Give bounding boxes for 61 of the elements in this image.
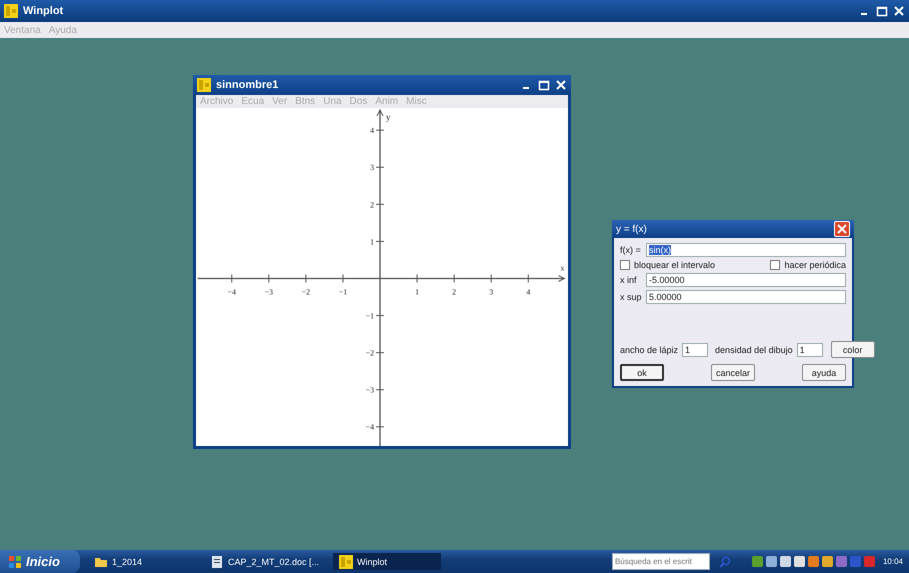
dialog-button[interactable]: cancelar (711, 364, 755, 381)
app-icon (339, 554, 354, 568)
checkbox[interactable] (620, 260, 630, 270)
taskbar-button[interactable]: CAP_2_MT_02.doc [... (204, 553, 326, 570)
axis-label: y (386, 112, 390, 122)
checkbox-label[interactable]: hacer periódica (784, 260, 846, 270)
taskbar-button[interactable]: 1_2014 (88, 553, 196, 570)
tray-icon[interactable] (752, 556, 763, 567)
tick-label: −1 (338, 287, 348, 296)
tick-label: −2 (366, 348, 374, 358)
taskbar-button[interactable]: Winplot (333, 553, 442, 570)
field-label: ancho de lápiz (620, 344, 678, 354)
checkbox-label[interactable]: bloquear el intervalo (634, 260, 716, 270)
start-button[interactable]: Inicio (0, 550, 80, 573)
document-icon (210, 554, 224, 568)
clock: 10:04 (882, 557, 904, 566)
tick-label: 4 (526, 287, 530, 296)
close-icon[interactable] (555, 79, 567, 91)
tick-label: −3 (264, 287, 274, 296)
input-field[interactable]: 1 (682, 342, 708, 356)
maximize-icon[interactable] (876, 5, 888, 17)
search-field[interactable]: Búsqueda en el escrit (612, 553, 710, 570)
window-title: sinnombre1 (216, 79, 278, 91)
tick-label: 4 (370, 126, 374, 136)
app-icon (197, 78, 211, 92)
field-label: densidad del dibujo (715, 344, 793, 354)
tick-label: −4 (366, 422, 374, 432)
tray-icon[interactable] (794, 556, 805, 567)
color-button[interactable]: color (830, 341, 875, 358)
tray-icon[interactable] (780, 556, 791, 567)
tick-label: 1 (415, 287, 420, 296)
tray-icon[interactable] (808, 556, 819, 567)
windows-logo-icon (8, 554, 22, 568)
tick-label: 3 (489, 287, 494, 296)
window-title: Winplot (23, 5, 64, 17)
close-icon[interactable] (893, 5, 905, 17)
tick-label: 2 (452, 287, 456, 296)
input-field[interactable]: sin(x) (646, 243, 846, 257)
tick-label: 3 (370, 163, 374, 172)
input-field[interactable]: 1 (796, 342, 823, 356)
tick-label: −4 (228, 287, 236, 296)
dialog-button[interactable]: ayuda (802, 364, 846, 381)
tick-label: 2 (370, 200, 374, 210)
field-label: x inf (620, 275, 638, 285)
close-button[interactable] (834, 221, 850, 237)
tick-label: −3 (366, 386, 374, 395)
axis-label: x (560, 264, 564, 273)
checkbox[interactable] (770, 260, 780, 270)
input-field[interactable]: 5.00000 (646, 290, 846, 304)
field-label: x sup (620, 292, 642, 302)
dialog-title: y = f(x) (616, 224, 647, 234)
input-field[interactable]: -5.00000 (646, 273, 846, 287)
tray-icon[interactable] (822, 556, 833, 567)
maximize-icon[interactable] (538, 79, 550, 91)
app-icon (4, 4, 18, 18)
field-label: f(x) = (620, 245, 642, 255)
tick-label: −2 (302, 287, 310, 296)
dialog-button[interactable]: ok (620, 364, 664, 381)
tray-icon[interactable] (766, 556, 777, 567)
tick-label: 1 (370, 237, 374, 246)
tick-label: −1 (366, 312, 374, 321)
